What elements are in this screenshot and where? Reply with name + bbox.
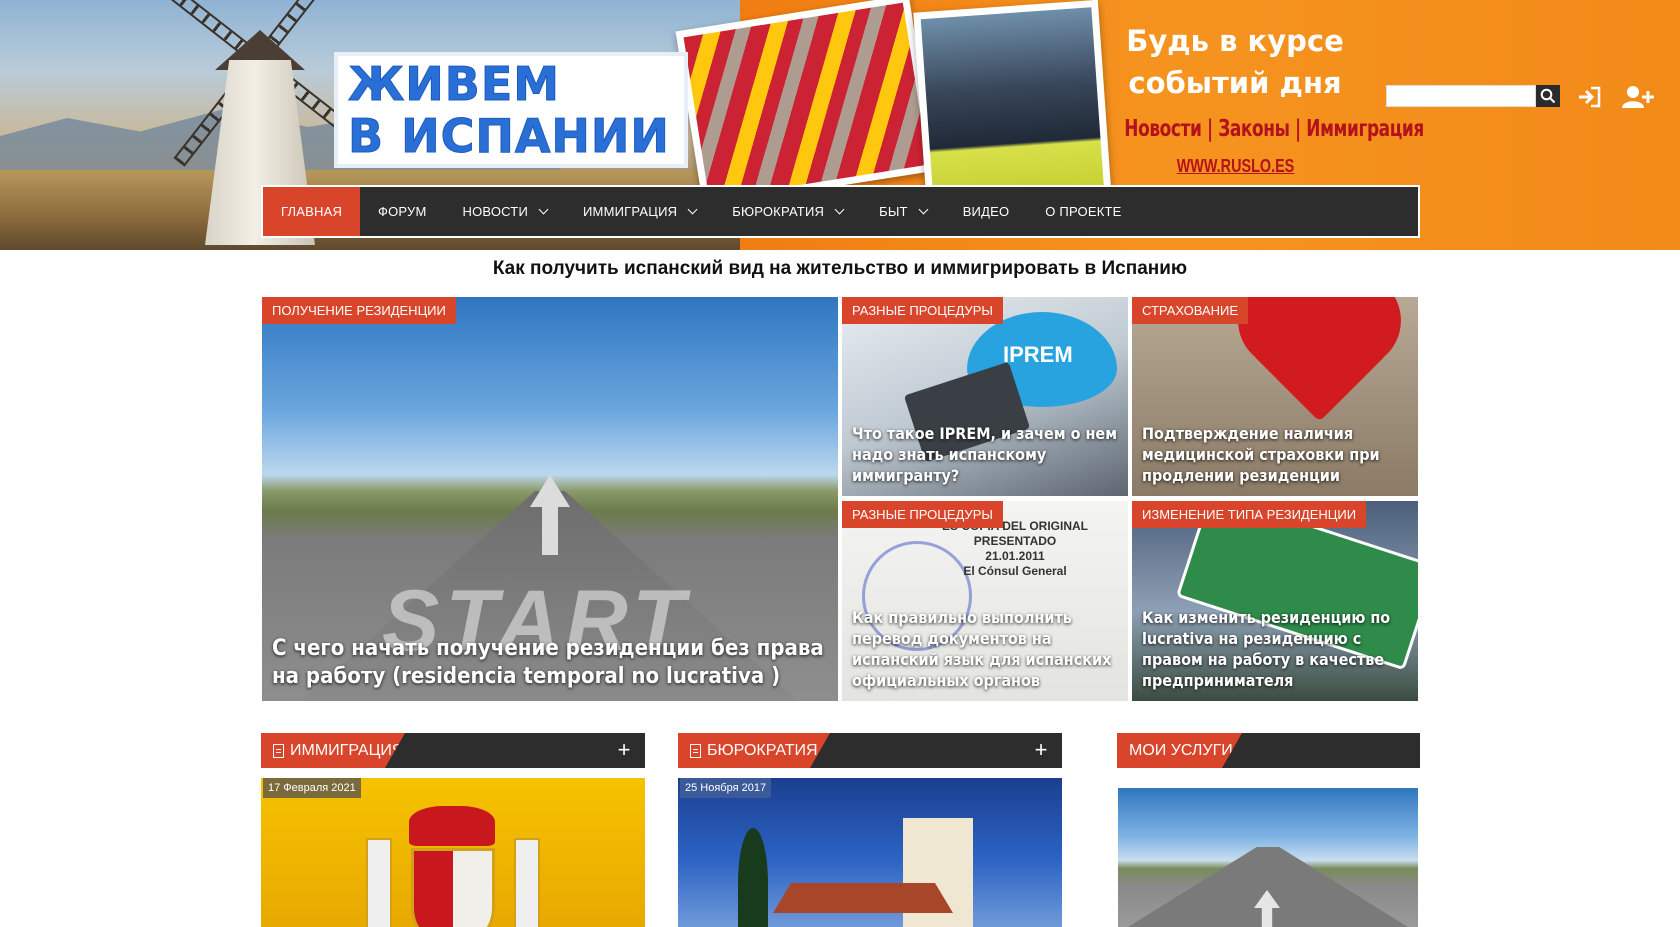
promo-title-2: событий дня [1128, 66, 1342, 100]
nav-item-life[interactable]: БЫТ [861, 187, 945, 236]
promo-title-1: Будь в курсе [1126, 24, 1344, 58]
article-image[interactable]: 17 Февраля 2021 [261, 778, 645, 927]
article-date: 17 Февраля 2021 [263, 778, 361, 798]
featured-tile[interactable]: СТРАХОВАНИЕ Подтверждение наличия медици… [1132, 297, 1418, 496]
article-image[interactable]: 25 Ноября 2017 [678, 778, 1062, 927]
banner-photo-police [913, 0, 1112, 213]
register-button[interactable] [1620, 84, 1656, 110]
chevron-down-icon [834, 204, 845, 215]
coat-of-arms-pillar [366, 838, 392, 927]
document-icon [273, 744, 284, 758]
nav-item-about[interactable]: О ПРОЕКТЕ [1027, 187, 1139, 236]
nav-item-news[interactable]: НОВОСТИ [445, 187, 566, 236]
featured-title[interactable]: Что такое IPREM, и зачем о нем надо знат… [852, 423, 1120, 486]
nav-item-home[interactable]: ГЛАВНАЯ [263, 187, 361, 236]
services-image[interactable] [1118, 788, 1418, 927]
search-input[interactable] [1386, 85, 1536, 107]
coat-of-arms-crown [409, 806, 495, 846]
logo-line-1: ЖИВЕМ [348, 57, 561, 111]
chevron-down-icon [687, 204, 698, 215]
featured-tile[interactable]: ES COPIA DEL ORIGINAL PRESENTADO 21.01.2… [842, 501, 1128, 701]
section-tab[interactable]: МОИ УСЛУГИ [1117, 733, 1242, 768]
site-logo[interactable]: ЖИВЕМ В ИСПАНИИ [334, 52, 688, 168]
main-nav: ГЛАВНАЯ ФОРУМ НОВОСТИ ИММИГРАЦИЯ БЮРОКРА… [261, 185, 1420, 238]
banner-promo: Будь в курсе событий дня Новости | Закон… [1100, 20, 1424, 177]
category-badge[interactable]: РАЗНЫЕ ПРОЦЕДУРЫ [842, 297, 1003, 324]
featured-tile[interactable]: IPREM РАЗНЫЕ ПРОЦЕДУРЫ Что такое IPREM, … [842, 297, 1128, 496]
featured-title[interactable]: Как правильно выполнить перевод документ… [852, 607, 1120, 691]
section-tab[interactable]: ИММИГРАЦИЯ [261, 733, 405, 768]
promo-url: WWW.RUSLO.ES [1176, 156, 1294, 176]
chevron-down-icon [918, 204, 929, 215]
section-tab[interactable]: БЮРОКРАТИЯ [678, 733, 830, 768]
featured-title[interactable]: Как изменить резиденцию по lucrativa на … [1142, 607, 1410, 691]
building-roof [773, 883, 953, 913]
coat-of-arms-shield [411, 848, 495, 927]
nav-item-immigration[interactable]: ИММИГРАЦИЯ [565, 187, 714, 236]
promo-subtitle: Новости | Законы | Иммиграция [1124, 116, 1424, 142]
register-icon [1622, 86, 1654, 108]
expand-plus-icon[interactable]: + [613, 739, 635, 761]
category-badge[interactable]: ИЗМЕНЕНИЕ ТИПА РЕЗИДЕНЦИИ [1132, 501, 1367, 528]
nav-item-video[interactable]: ВИДЕО [945, 187, 1028, 236]
section-header-immigration: ИММИГРАЦИЯ + [261, 733, 645, 768]
article-date: 25 Ноября 2017 [680, 778, 772, 798]
featured-title[interactable]: С чего начать получение резиденции без п… [272, 635, 830, 691]
search-button[interactable] [1536, 85, 1560, 107]
nav-item-bureaucracy[interactable]: БЮРОКРАТИЯ [714, 187, 861, 236]
category-badge[interactable]: РАЗНЫЕ ПРОЦЕДУРЫ [842, 501, 1003, 528]
expand-plus-icon[interactable]: + [1030, 739, 1052, 761]
featured-title[interactable]: Подтверждение наличия медицинской страхо… [1142, 423, 1410, 486]
category-badge[interactable]: СТРАХОВАНИЕ [1132, 297, 1249, 324]
coat-of-arms-pillar [514, 838, 540, 927]
login-icon [1579, 86, 1601, 108]
category-badge[interactable]: ПОЛУЧЕНИЕ РЕЗИДЕНЦИИ [262, 297, 456, 324]
section-header-bureaucracy: БЮРОКРАТИЯ + [678, 733, 1062, 768]
featured-tile[interactable]: ИЗМЕНЕНИЕ ТИПА РЕЗИДЕНЦИИ Как изменить р… [1132, 501, 1418, 701]
heart-image [1252, 297, 1387, 422]
tree-image [738, 828, 768, 927]
logo-line-2: В ИСПАНИИ [348, 109, 670, 163]
nav-item-forum[interactable]: ФОРУМ [360, 187, 444, 236]
document-stamp-text: ES COPIA DEL ORIGINAL PRESENTADO 21.01.2… [942, 519, 1089, 578]
document-icon [690, 744, 701, 758]
section-header-services: МОИ УСЛУГИ [1117, 733, 1420, 768]
search-icon [1540, 88, 1556, 104]
banner-photo-flags [675, 0, 937, 208]
featured-tile-main[interactable]: START ПОЛУЧЕНИЕ РЕЗИДЕНЦИИ С чего начать… [262, 297, 838, 701]
login-button[interactable] [1575, 84, 1605, 110]
page-subheading: Как получить испанский вид на жительство… [492, 258, 1188, 279]
chevron-down-icon [538, 204, 549, 215]
